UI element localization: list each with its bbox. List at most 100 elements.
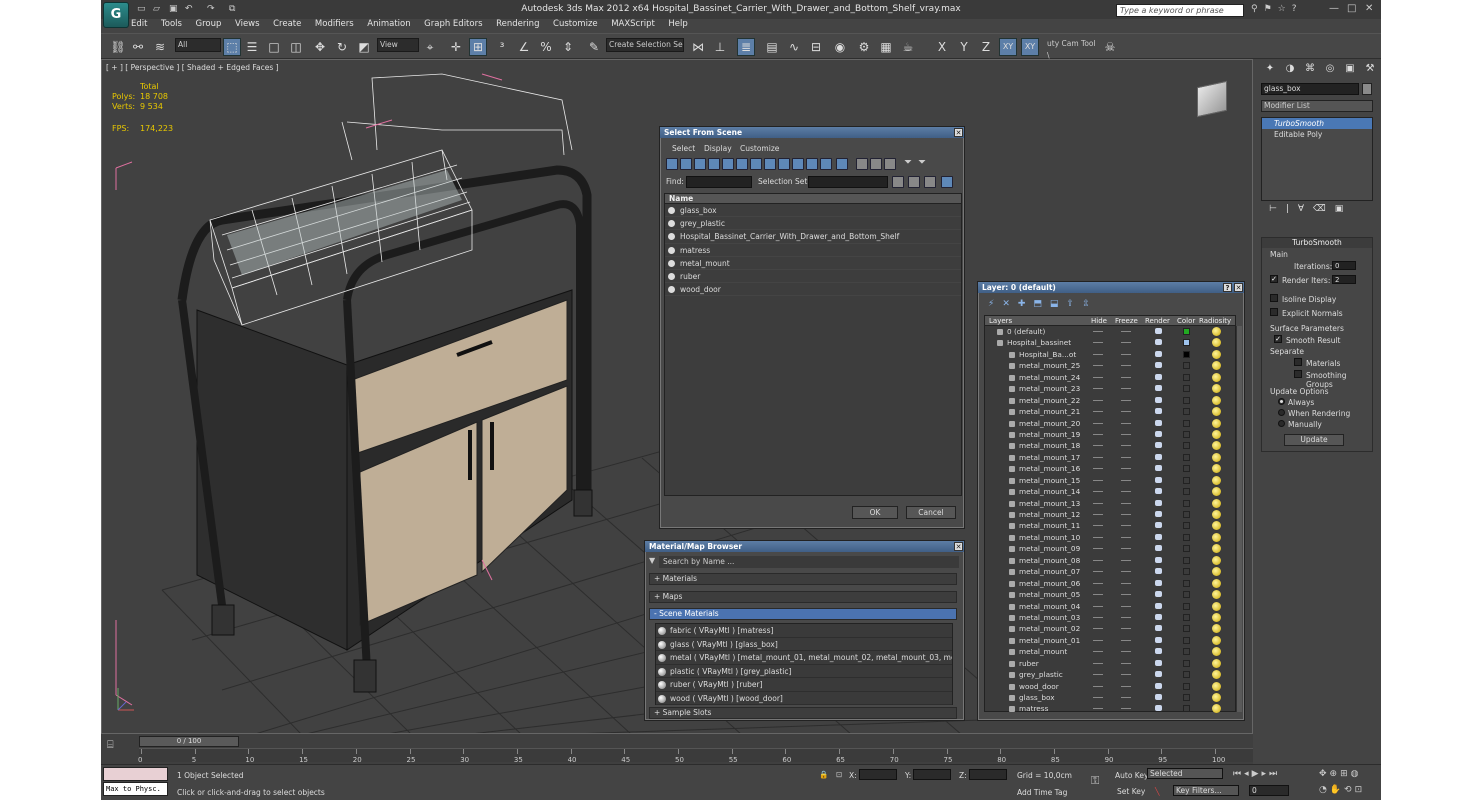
render-toggle-icon[interactable] <box>1155 350 1162 357</box>
browser-options-icon[interactable]: ▼ <box>649 556 655 565</box>
freeze-toggle[interactable] <box>1121 456 1131 458</box>
layer-color-swatch[interactable] <box>1183 636 1190 644</box>
select-object-icon[interactable]: ⬚ <box>223 38 241 56</box>
layer-name[interactable]: metal_mount_19 <box>1019 429 1080 440</box>
freeze-toggle[interactable] <box>1121 662 1131 664</box>
filter-all-icon[interactable] <box>836 158 848 170</box>
layer-manager-icon[interactable]: ≣ <box>737 38 755 56</box>
layer-color-swatch[interactable] <box>1183 328 1190 335</box>
col-freeze[interactable]: Freeze <box>1115 316 1138 326</box>
radiosity-bulb-icon[interactable] <box>1212 464 1221 474</box>
freeze-toggle[interactable] <box>1121 445 1131 447</box>
hierarchy-tab-icon[interactable]: ⌘ <box>1303 62 1317 76</box>
layer-color-swatch[interactable] <box>1183 556 1190 564</box>
set-key-button[interactable]: Set Key <box>1117 787 1145 796</box>
layer-name[interactable]: metal_mount_22 <box>1019 395 1080 406</box>
layer-row[interactable]: metal_mount_14 <box>985 486 1235 497</box>
radiosity-bulb-icon[interactable] <box>1212 544 1221 554</box>
layer-name[interactable]: metal_mount_16 <box>1019 463 1080 474</box>
render-toggle-icon[interactable] <box>1155 671 1162 678</box>
selection-set-remove-icon[interactable] <box>924 176 936 188</box>
render-toggle-icon[interactable] <box>1155 533 1162 540</box>
layer-row[interactable]: metal_mount_11 <box>985 520 1235 531</box>
hide-toggle[interactable] <box>1093 536 1103 538</box>
reference-coord-dropdown[interactable]: View <box>377 38 419 52</box>
rect-selection-icon[interactable]: □ <box>265 38 283 56</box>
layer-color-swatch[interactable] <box>1183 568 1190 576</box>
layer-row[interactable]: metal_mount_18 <box>985 440 1235 451</box>
layer-color-swatch[interactable] <box>1183 613 1190 621</box>
find-input[interactable] <box>686 176 752 188</box>
selection-set-add-icon[interactable] <box>908 176 920 188</box>
ok-button[interactable]: OK <box>852 506 898 519</box>
maximize-icon[interactable]: □ <box>1347 3 1356 14</box>
radiosity-bulb-icon[interactable] <box>1212 407 1221 417</box>
layer-name[interactable]: metal_mount_17 <box>1019 452 1080 463</box>
layer-name[interactable]: metal_mount_13 <box>1019 498 1080 509</box>
spinner-snap-icon[interactable]: ⇕ <box>559 38 577 56</box>
layer-row[interactable]: metal_mount_19 <box>985 429 1235 440</box>
layer-name[interactable]: ruber <box>1019 658 1039 669</box>
layer-name[interactable]: metal_mount_10 <box>1019 532 1080 543</box>
layer-name[interactable]: metal_mount_01 <box>1019 635 1080 646</box>
layer-color-swatch[interactable] <box>1183 385 1190 393</box>
hide-toggle[interactable] <box>1093 605 1103 607</box>
smoothing-groups-checkbox[interactable] <box>1294 370 1302 378</box>
render-setup-icon[interactable]: ⚙ <box>855 38 873 56</box>
window-crossing-icon[interactable]: ◫ <box>287 38 305 56</box>
filter-cameras-icon[interactable] <box>708 158 720 170</box>
layer-name[interactable]: Hospital_bassinet <box>1007 337 1071 348</box>
freeze-toggle[interactable] <box>1121 479 1131 481</box>
freeze-toggle[interactable] <box>1121 536 1131 538</box>
layer-row[interactable]: metal_mount_24 <box>985 372 1235 383</box>
material-editor-icon[interactable]: ◉ <box>831 38 849 56</box>
layer-color-swatch[interactable] <box>1183 453 1190 461</box>
render-toggle-icon[interactable] <box>1155 568 1162 575</box>
selection-set-edit-icon[interactable] <box>892 176 904 188</box>
stack-tool-icons[interactable]: ⊢|∀⌫▣ <box>1269 204 1369 218</box>
hide-toggle[interactable] <box>1093 594 1103 596</box>
radiosity-bulb-icon[interactable] <box>1212 635 1221 645</box>
layer-color-swatch[interactable] <box>1183 522 1190 530</box>
axis-z-button[interactable]: Z <box>977 38 995 56</box>
layer-color-swatch[interactable] <box>1183 442 1190 450</box>
hide-toggle[interactable] <box>1093 331 1103 332</box>
list-item[interactable]: glass_box <box>665 204 961 218</box>
axis-xy-button[interactable]: XY <box>999 38 1017 56</box>
axis-xy-cycle-button[interactable]: XY <box>1021 38 1039 56</box>
render-toggle-icon[interactable] <box>1155 453 1162 460</box>
freeze-toggle[interactable] <box>1121 582 1131 584</box>
layer-color-swatch[interactable] <box>1183 671 1190 679</box>
layer-row[interactable]: matress <box>985 703 1235 714</box>
freeze-toggle[interactable] <box>1121 674 1131 676</box>
filter-xrefs-icon[interactable] <box>764 158 776 170</box>
layer-row[interactable]: metal_mount_16 <box>985 463 1235 474</box>
layer-row[interactable]: metal_mount_13 <box>985 498 1235 509</box>
radiosity-bulb-icon[interactable] <box>1212 624 1221 634</box>
render-toggle-icon[interactable] <box>1155 556 1162 563</box>
layer-color-swatch[interactable] <box>1183 488 1190 496</box>
render-toggle-icon[interactable] <box>1155 648 1162 655</box>
radiosity-bulb-icon[interactable] <box>1212 521 1221 531</box>
radiosity-bulb-icon[interactable] <box>1212 441 1221 451</box>
layer-color-swatch[interactable] <box>1183 362 1190 370</box>
hide-toggle[interactable] <box>1093 502 1103 504</box>
render-toggle-icon[interactable] <box>1155 396 1162 403</box>
material-item[interactable]: wood ( VRayMtl ) [wood_door] <box>656 692 952 705</box>
render-toggle-icon[interactable] <box>1155 694 1162 700</box>
iterations-spinner[interactable]: 0 <box>1332 261 1356 270</box>
layer-color-swatch[interactable] <box>1183 408 1190 416</box>
turbosmooth-rollout-header[interactable]: TurboSmooth <box>1262 238 1372 248</box>
layer-name[interactable]: metal_mount_06 <box>1019 578 1080 589</box>
maxscript-listener-output[interactable] <box>103 767 168 781</box>
layer-color-swatch[interactable] <box>1183 396 1190 404</box>
filter-groups-icon[interactable] <box>750 158 762 170</box>
col-layers[interactable]: Layers <box>989 316 1012 326</box>
sfs-menu-select[interactable]: Select <box>672 144 695 153</box>
layer-row[interactable]: metal_mount_22 <box>985 395 1235 406</box>
layer-name[interactable]: metal_mount_21 <box>1019 406 1080 417</box>
render-toggle-icon[interactable] <box>1155 373 1162 380</box>
lock-selection-icon[interactable]: 🔒 <box>819 770 828 779</box>
freeze-toggle[interactable] <box>1121 594 1131 596</box>
radiosity-bulb-icon[interactable] <box>1212 338 1221 348</box>
